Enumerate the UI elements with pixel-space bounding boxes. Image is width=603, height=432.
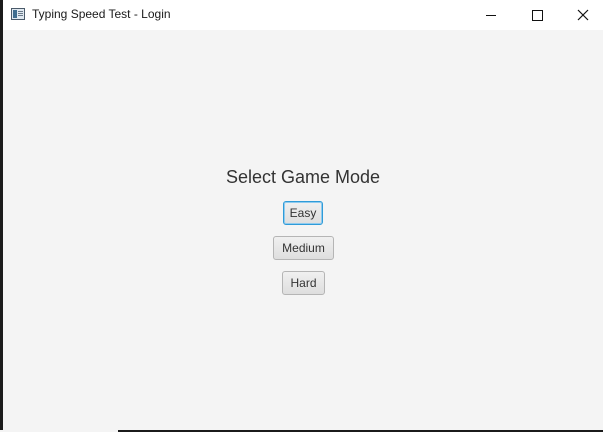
maximize-button[interactable] [514,0,560,30]
app-icon[interactable] [11,8,25,20]
close-button[interactable] [560,0,603,30]
minimize-icon [486,14,496,16]
hard-mode-button[interactable]: Hard [282,271,325,295]
game-mode-panel: Select Game Mode Easy Medium Hard [3,30,603,430]
title-bar[interactable]: Typing Speed Test - Login [3,0,603,30]
medium-mode-button[interactable]: Medium [273,236,334,260]
close-icon [577,9,589,21]
minimize-button[interactable] [468,0,514,30]
maximize-icon [531,9,543,21]
app-window: Typing Speed Test - Login Select Game Mo… [0,0,603,430]
page-title: Select Game Mode [225,167,381,187]
window-title: Typing Speed Test - Login [32,7,171,21]
easy-mode-button[interactable]: Easy [283,201,323,225]
